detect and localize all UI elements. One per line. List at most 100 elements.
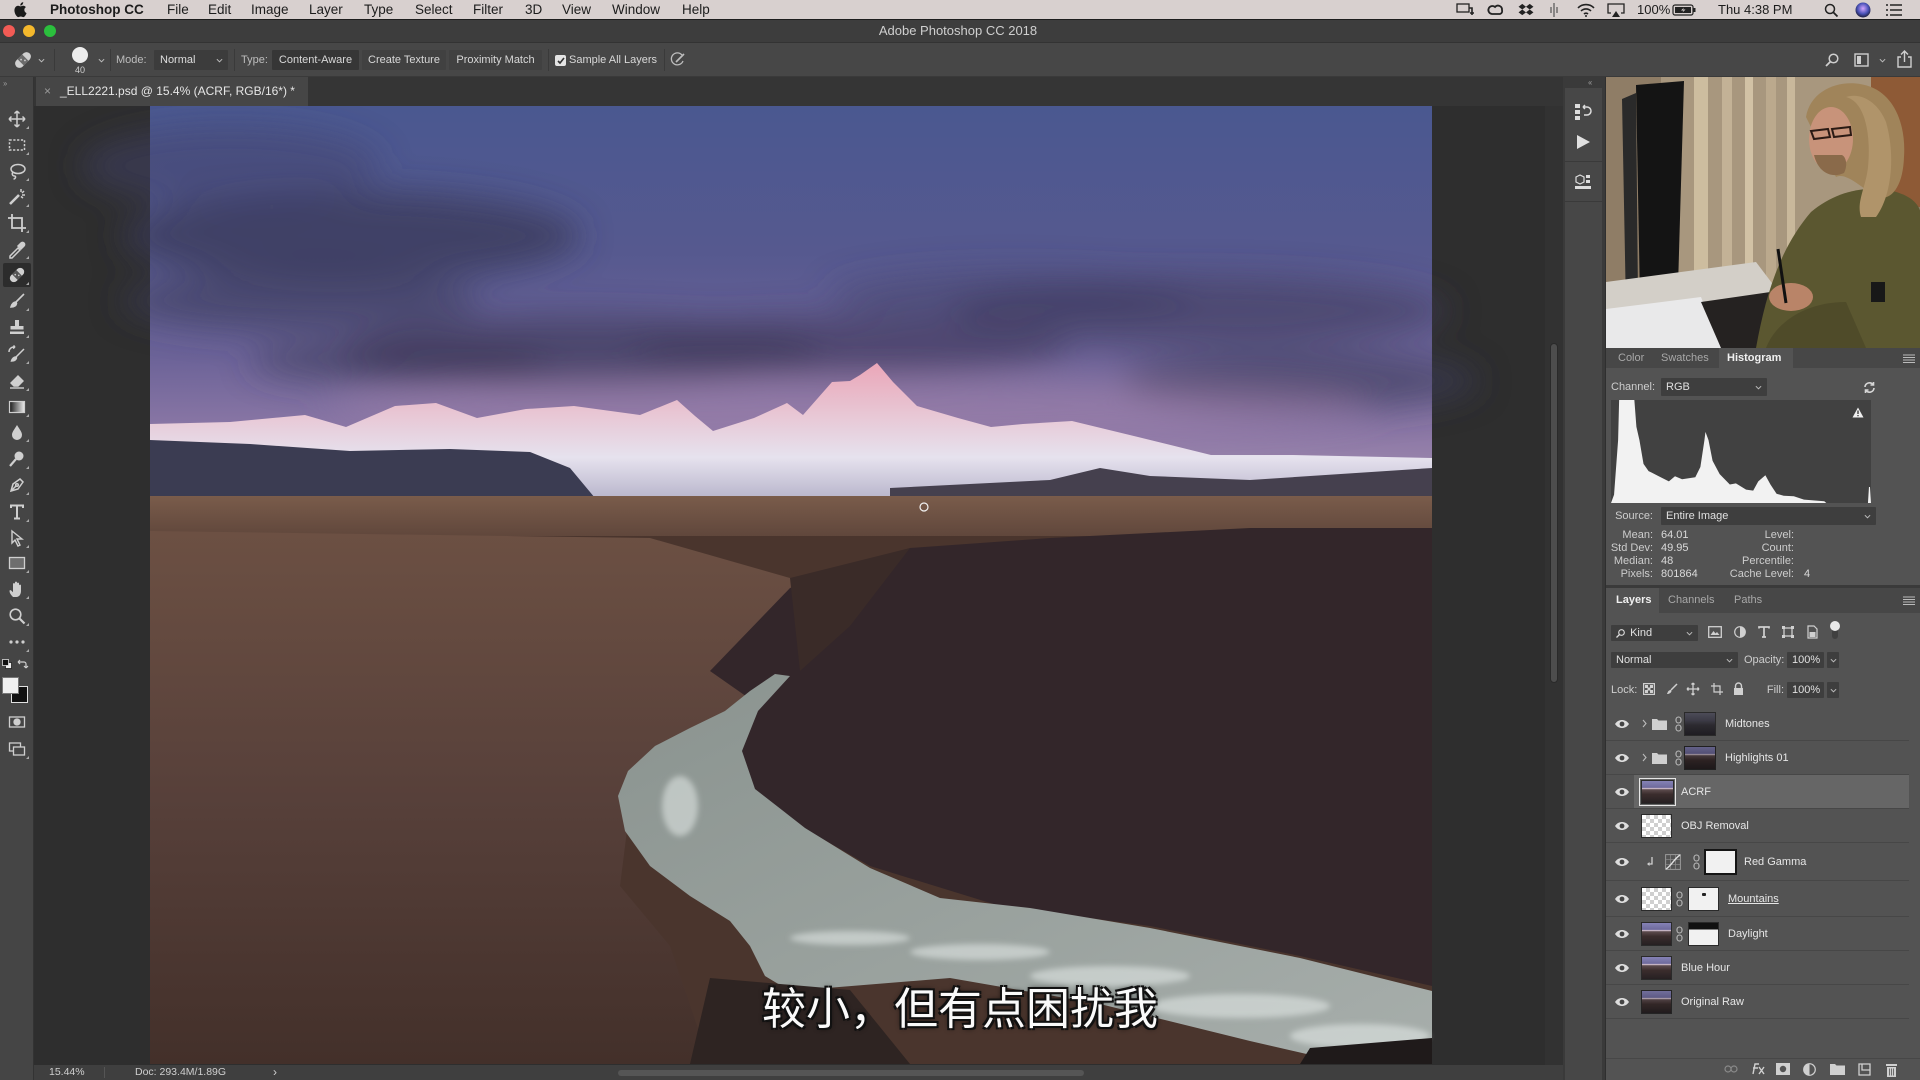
curves-adjustment-icon[interactable] [1665, 854, 1681, 870]
pressure-size-icon[interactable] [670, 52, 686, 68]
document-tab[interactable]: × _ELL2221.psd @ 15.4% (ACRF, RGB/16*) * [36, 77, 308, 106]
tool-preset-picker[interactable] [12, 49, 34, 71]
dock-collapse-toggle[interactable]: ‹‹ [1588, 78, 1592, 87]
battery-icon[interactable] [1672, 4, 1696, 16]
group-expand-chevron-icon[interactable] [1642, 719, 1647, 728]
opacity-field[interactable]: 100% [1787, 652, 1824, 668]
type-content-aware-button[interactable]: Content-Aware [272, 50, 359, 70]
layer-thumbnail[interactable] [1641, 990, 1672, 1014]
tool-rectangle[interactable] [3, 551, 31, 575]
status-info-menu-button[interactable]: › [273, 1065, 277, 1080]
lock-all-icon[interactable] [1733, 682, 1744, 695]
properties-panel-button[interactable] [1574, 173, 1592, 191]
source-dropdown[interactable]: Entire Image [1661, 507, 1876, 525]
creative-cloud-icon[interactable] [1487, 3, 1505, 17]
layer-visibility-toggle[interactable] [1614, 929, 1630, 939]
layer-row[interactable]: Midtones [1606, 707, 1909, 741]
default-colors-button[interactable] [2, 659, 12, 669]
audio-input-icon[interactable] [1549, 3, 1559, 17]
tool-pen[interactable] [3, 473, 31, 497]
layer-row[interactable]: Daylight [1606, 917, 1909, 951]
layer-visibility-toggle[interactable] [1614, 719, 1630, 729]
tool-screen-mode[interactable] [3, 737, 31, 761]
airplay-icon[interactable] [1607, 3, 1625, 17]
toolbar-collapse-toggle[interactable]: ›› [3, 79, 7, 88]
swap-colors-button[interactable] [17, 659, 29, 669]
layer-row[interactable]: Red Gamma [1606, 843, 1909, 881]
tool-blur[interactable] [3, 420, 31, 444]
filter-pixel-layers-icon[interactable] [1708, 626, 1722, 638]
tool-rectangular-marquee[interactable] [3, 133, 31, 157]
channel-dropdown[interactable]: RGB [1661, 378, 1767, 396]
layer-name[interactable]: OBJ Removal [1681, 809, 1749, 843]
tool-brush[interactable] [3, 289, 31, 313]
layer-row[interactable]: ACRF [1606, 775, 1909, 809]
layer-row[interactable]: Original Raw [1606, 985, 1909, 1019]
layer-thumbnail[interactable] [1641, 814, 1672, 838]
tab-channels[interactable]: Channels [1660, 588, 1722, 613]
tool-hand[interactable] [3, 577, 31, 601]
tool-move[interactable] [3, 107, 31, 131]
layer-visibility-toggle[interactable] [1614, 753, 1630, 763]
layer-mask-thumbnail[interactable] [1688, 887, 1719, 911]
layer-name[interactable]: Mountains [1728, 881, 1779, 917]
group-expand-chevron-icon[interactable] [1642, 753, 1647, 762]
zoom-level-field[interactable]: 15.44% [49, 1065, 85, 1080]
tool-zoom[interactable] [3, 604, 31, 628]
tool-crop[interactable] [3, 211, 31, 235]
tab-swatches[interactable]: Swatches [1653, 348, 1717, 368]
tab-histogram[interactable]: Histogram [1719, 348, 1793, 368]
menu-window[interactable]: Window [612, 1, 660, 18]
menu-image[interactable]: Image [251, 1, 289, 18]
new-adjustment-button[interactable] [1803, 1063, 1816, 1076]
tool-path-selection[interactable] [3, 526, 31, 550]
new-layer-button[interactable] [1858, 1063, 1871, 1076]
menu-view[interactable]: View [562, 1, 591, 18]
filter-smart-objects-icon[interactable] [1807, 625, 1818, 639]
spotlight-icon[interactable] [1824, 3, 1839, 18]
tool-quick-mask[interactable] [3, 710, 31, 734]
workspace-chevron-icon[interactable] [1879, 58, 1886, 63]
link-layers-button[interactable] [1724, 1065, 1738, 1073]
filter-shape-layers-icon[interactable] [1782, 626, 1794, 638]
power-adapter-icon[interactable] [1456, 3, 1476, 17]
lock-position-icon[interactable] [1686, 682, 1700, 696]
refresh-histogram-button[interactable] [1863, 381, 1876, 394]
canvas-area[interactable] [34, 106, 1545, 1065]
canvas-vertical-scrollbar[interactable] [1545, 106, 1563, 1065]
menu-layer[interactable]: Layer [309, 1, 343, 18]
link-icon[interactable] [1676, 891, 1683, 907]
menu-select[interactable]: Select [415, 1, 453, 18]
tab-color[interactable]: Color [1610, 348, 1652, 368]
tool-preset-chevron-icon[interactable] [38, 58, 45, 63]
tool-edit-toolbar[interactable] [3, 630, 31, 654]
layer-row[interactable]: Highlights 01 [1606, 741, 1909, 775]
new-group-button[interactable] [1830, 1063, 1845, 1075]
fill-field[interactable]: 100% [1787, 682, 1824, 698]
fill-slider-button[interactable] [1827, 682, 1839, 698]
cache-warning-icon[interactable] [1852, 407, 1864, 418]
layer-row[interactable]: Mountains [1606, 881, 1909, 917]
layer-visibility-toggle[interactable] [1614, 821, 1630, 831]
search-icon[interactable] [1825, 53, 1839, 67]
menu-file[interactable]: File [167, 1, 189, 18]
delete-layer-button[interactable] [1886, 1063, 1897, 1077]
history-panel-button[interactable] [1574, 103, 1592, 121]
tool-spot-healing-brush[interactable] [3, 263, 31, 287]
layer-name[interactable]: Highlights 01 [1725, 741, 1789, 775]
filter-adjustment-layers-icon[interactable] [1734, 626, 1746, 638]
link-icon[interactable] [1675, 750, 1682, 766]
sample-all-layers-label[interactable]: Sample All Layers [569, 50, 657, 70]
tool-eyedropper[interactable] [3, 237, 31, 261]
layer-thumbnail[interactable] [1641, 956, 1672, 980]
opacity-slider-button[interactable] [1827, 652, 1839, 668]
lock-artboard-icon[interactable] [1711, 683, 1723, 695]
menu-help[interactable]: Help [682, 1, 710, 18]
layer-filter-toggle[interactable] [1829, 620, 1841, 640]
link-icon[interactable] [1676, 926, 1683, 942]
layer-visibility-toggle[interactable] [1614, 963, 1630, 973]
tab-layers[interactable]: Layers [1606, 588, 1659, 613]
tool-dodge[interactable] [3, 447, 31, 471]
layer-row[interactable]: Blue Hour [1606, 951, 1909, 985]
sample-all-layers-checkbox[interactable] [555, 55, 566, 66]
